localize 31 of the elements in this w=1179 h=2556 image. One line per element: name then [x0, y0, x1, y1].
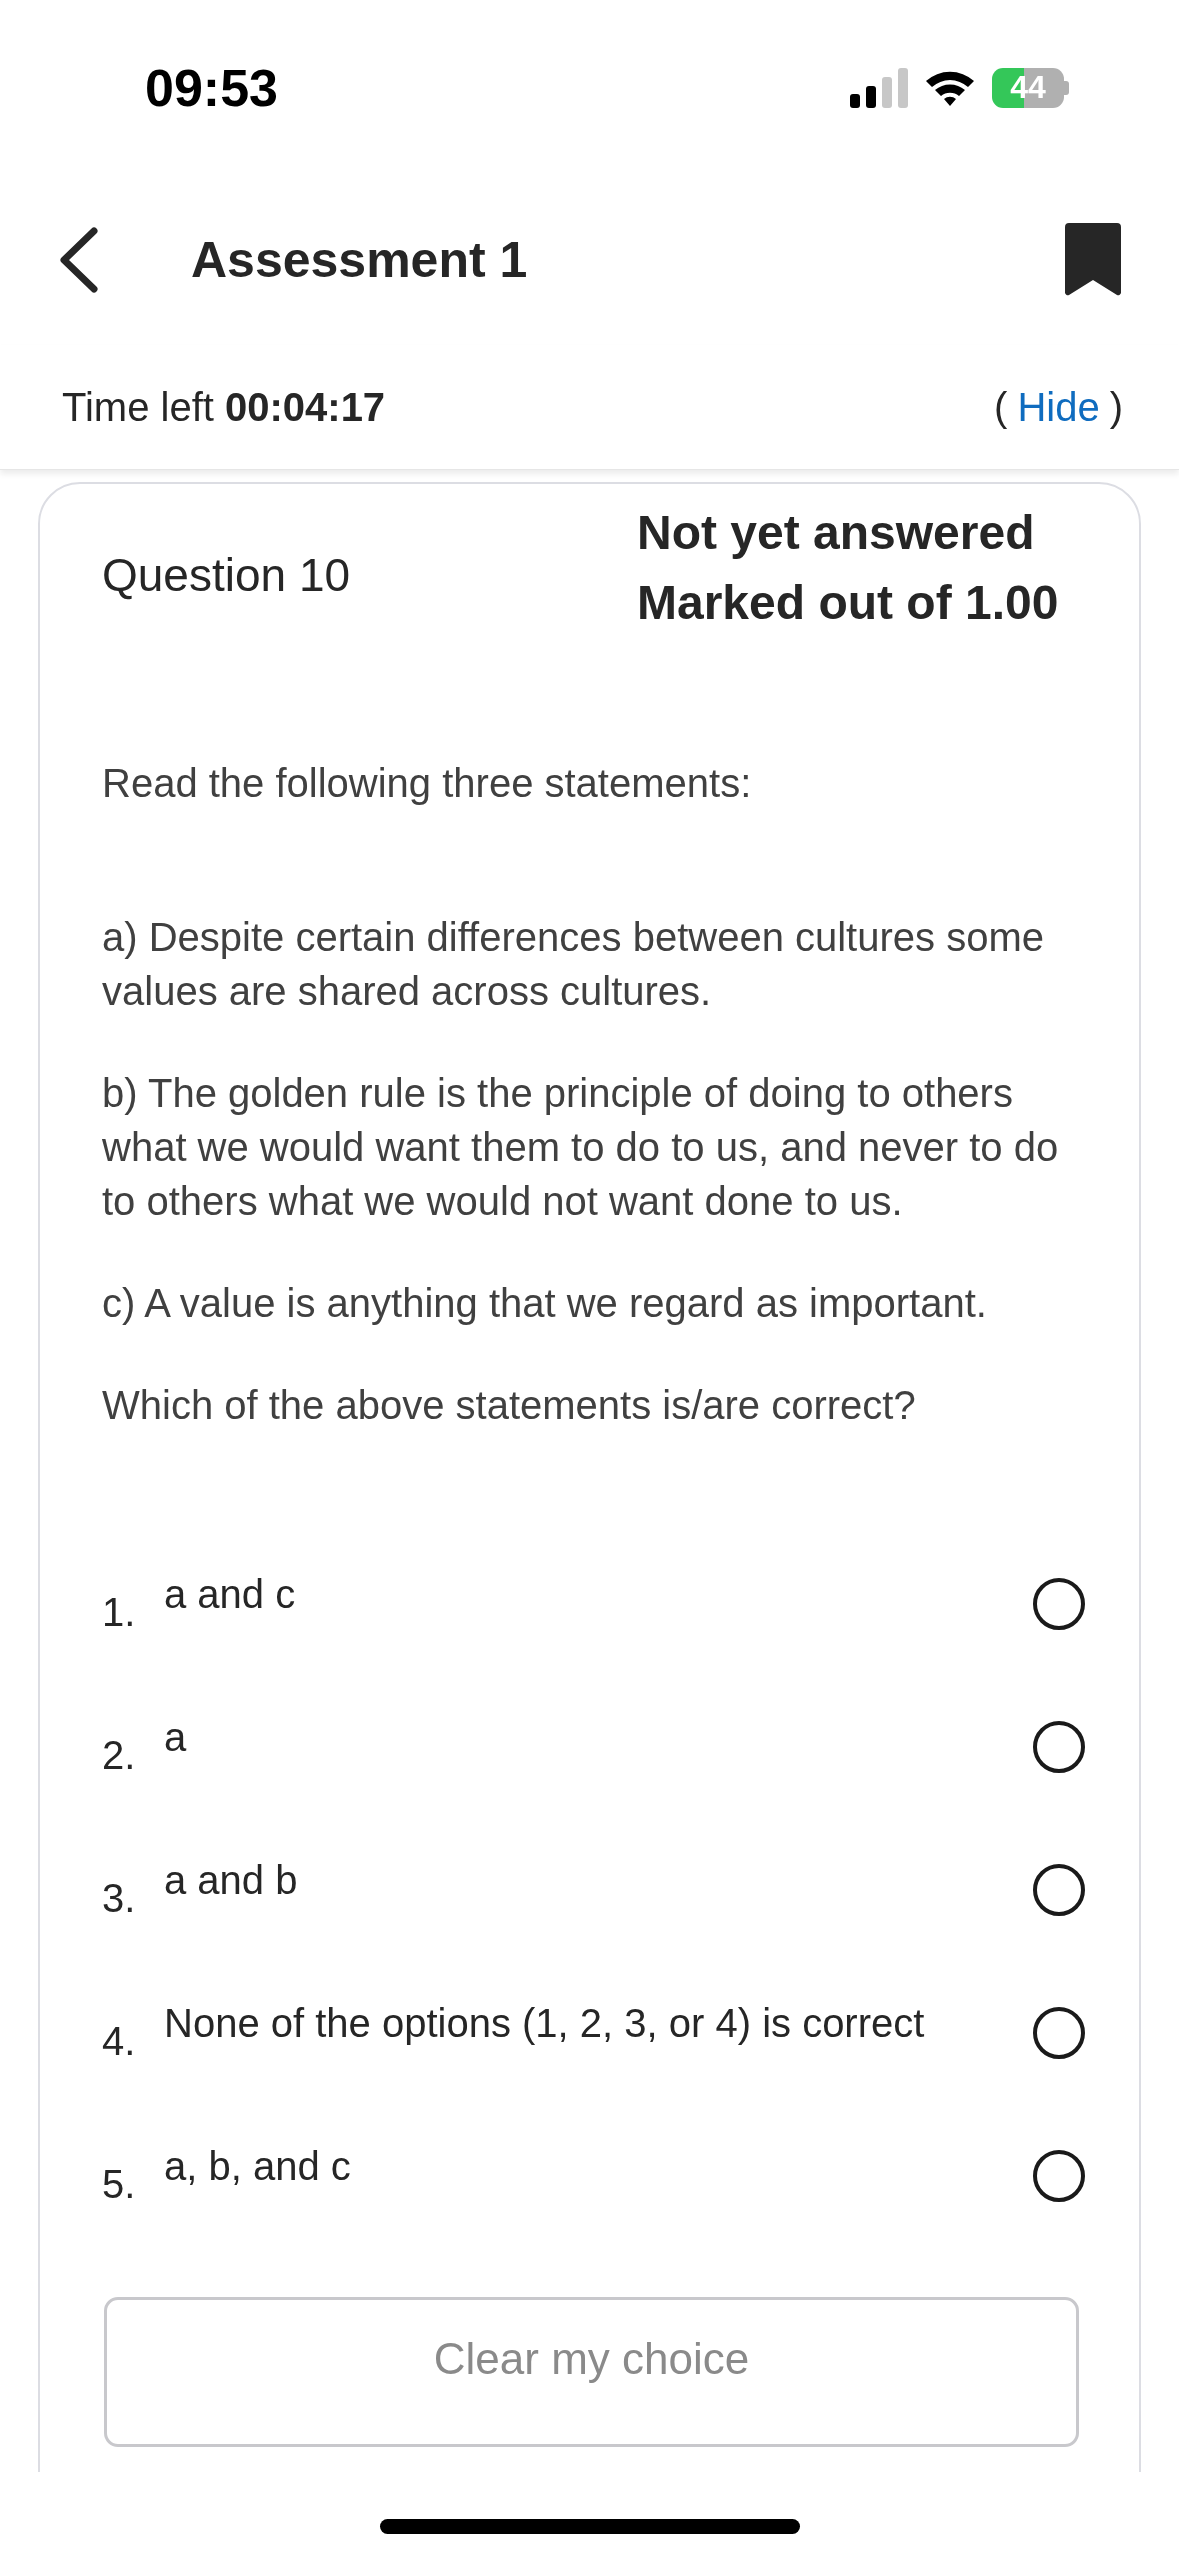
option-number: 1. [102, 1590, 137, 1635]
option-label[interactable]: a and b [164, 1852, 1033, 1907]
option-number: 4. [102, 2019, 137, 2064]
marks-text: Marked out of 1.00 [637, 575, 1060, 631]
option-label[interactable]: a and c [164, 1566, 1033, 1621]
option-label[interactable]: None of the options (1, 2, 3, or 4) is correct [164, 1995, 1033, 2050]
paren-text: ( [994, 384, 1008, 430]
signal-icon [850, 67, 908, 108]
radio-button[interactable] [1033, 1577, 1085, 1630]
option-label[interactable]: a, b, and c [164, 2138, 1033, 2193]
option-label[interactable]: a [164, 1709, 1033, 1764]
question-text: c) A value is anything that we regard as important. [102, 1280, 988, 1327]
status-time: 09:53 [145, 57, 278, 118]
bookmark-icon[interactable] [1065, 223, 1121, 297]
radio-button[interactable] [1033, 2149, 1085, 2202]
question-text: Read the following three statements: [102, 760, 753, 807]
paren-text: ) [1109, 384, 1123, 430]
question-number: Question 10 [102, 548, 351, 603]
option-number: 5. [102, 2162, 137, 2207]
option-number: 3. [102, 1876, 137, 1921]
radio-button[interactable] [1033, 1720, 1085, 1773]
page-title: Assessment 1 [191, 231, 529, 289]
question-text: Which of the above statements is/are correct? [102, 1382, 917, 1429]
question-text: a) Despite certain differences between cultures some values are shared across cultures. [102, 914, 1045, 1015]
radio-button[interactable] [1033, 2006, 1085, 2059]
hide-link[interactable]: Hide [1017, 384, 1100, 430]
option-number: 2. [102, 1733, 137, 1778]
time-left-text: Time left 00:04:17 [62, 384, 386, 430]
question-text: b) The golden rule is the principle of doing to others what we would want them to do to us, and never to do to others what we would not want done to us. [102, 1070, 1060, 1225]
radio-button[interactable] [1033, 1863, 1085, 1916]
answer-status: Not yet answered [637, 505, 1036, 561]
